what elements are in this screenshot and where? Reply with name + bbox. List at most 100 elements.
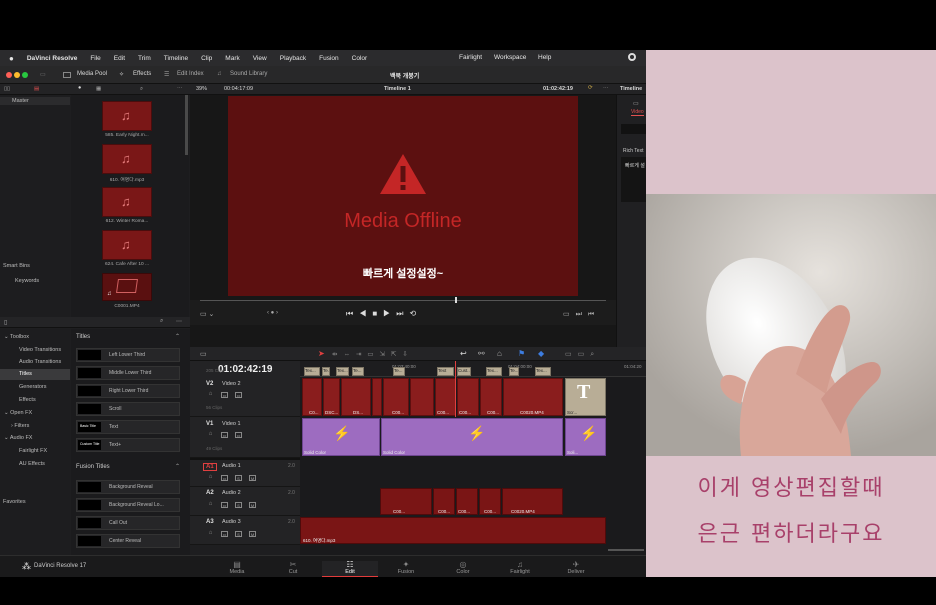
tree-open-fx[interactable]: ⌄ Open FX [4, 410, 32, 416]
edit-index-button[interactable]: Edit Index [177, 71, 204, 77]
track-visibility-icon[interactable]: ▭ [235, 432, 242, 438]
video-clip-thumbnail[interactable]: ♫ [102, 273, 152, 301]
edit-tools-icons[interactable]: ⇹⇔⇥▭⇲⇱⇩ [332, 350, 414, 358]
fusion-title-background-reveal[interactable]: Background Reveal [76, 480, 180, 494]
text-clip[interactable]: Tex... [336, 367, 349, 376]
sync-icon[interactable]: ⟳ [588, 85, 593, 91]
menu-fusion[interactable]: Fusion [319, 55, 339, 62]
track-lock-icon[interactable]: ⌂ [207, 474, 214, 481]
menu-trim[interactable]: Trim [138, 55, 151, 62]
more-options-icon[interactable]: ⋯ [177, 86, 183, 92]
tree-toolbox[interactable]: ⌄ Toolbox [4, 334, 29, 340]
timeline-scrollbar[interactable] [300, 548, 646, 552]
playhead-marker[interactable] [455, 297, 457, 303]
effects-icon[interactable]: ✧ [119, 71, 124, 78]
effects-search-icon[interactable]: ⌕ [160, 318, 163, 325]
mute-button[interactable]: M [249, 475, 256, 481]
title-scroll[interactable]: Scroll [76, 402, 180, 416]
playback-buttons[interactable]: ⏮◀■▶⏭⟲ [346, 309, 422, 319]
effects-button[interactable]: Effects [133, 71, 151, 77]
track-lock-icon[interactable]: ⌂ [207, 501, 214, 508]
tree-titles-selected[interactable] [0, 369, 70, 380]
timeline-view-icon[interactable]: ▭ [200, 350, 207, 358]
zoom-tools-icons[interactable]: ▭▭⌕ [565, 350, 600, 359]
fusion-title-center-reveal[interactable]: Center Reveal [76, 534, 180, 548]
track-lock-icon[interactable]: ⌂ [207, 431, 214, 438]
clip-thumbnail[interactable] [102, 187, 152, 217]
record-arm-icon[interactable]: ▭ [221, 502, 228, 508]
jog-icon[interactable]: ‹ ● › [267, 310, 278, 316]
selection-tool-icon[interactable]: ➤ [318, 349, 325, 358]
fusion-title-call-out[interactable]: Call Out [76, 516, 180, 530]
track-lock-icon[interactable]: ⌂ [207, 530, 214, 537]
text-clip[interactable]: Tex... [486, 367, 502, 376]
menu-edit[interactable]: Edit [114, 55, 125, 62]
smart-bin-keywords[interactable]: Keywords [15, 278, 39, 284]
video-clip[interactable]: C0... [302, 378, 322, 416]
track-lock-icon[interactable]: ⌂ [207, 391, 214, 398]
search-icon[interactable]: ⌕ [140, 86, 143, 93]
solo-button[interactable]: S [235, 531, 242, 537]
tree-fairlight-fx[interactable]: Fairlight FX [19, 448, 47, 454]
page-fusion[interactable]: ✦ Fusion [378, 561, 434, 576]
page-media[interactable]: ▤ Media [209, 561, 265, 576]
title-right-lower-third[interactable]: Right Lower Third [76, 384, 180, 398]
page-fairlight[interactable]: ♫ Fairlight [492, 561, 548, 576]
mute-button[interactable]: M [249, 531, 256, 537]
menu-app[interactable]: DaVinci Resolve [27, 55, 77, 62]
sidebar-toggle-icon[interactable]: ▯ [4, 319, 7, 326]
track-header-v1[interactable]: V1 Video 1 ⌂ ▭ ▭ 49 Clips [190, 417, 300, 458]
maximize-window-icon[interactable] [22, 72, 28, 78]
menu-view[interactable]: View [253, 55, 267, 62]
menu-clip[interactable]: Clip [201, 55, 212, 62]
zoom-level[interactable]: 39% [196, 86, 207, 92]
text-clip[interactable]: Te... [352, 367, 364, 376]
text-clip[interactable]: Te... [509, 367, 519, 376]
text-clip[interactable]: Tex... [304, 367, 320, 376]
minimize-window-icon[interactable] [14, 72, 20, 78]
menu-workspace[interactable]: Workspace [494, 54, 526, 61]
title-left-lower-third[interactable]: Left Lower Third [76, 348, 180, 362]
auto-track-icon[interactable]: ▭ [221, 392, 228, 398]
menu-mark[interactable]: Mark [225, 55, 239, 62]
title-text[interactable]: Basic Title Text [76, 420, 180, 434]
collapse-icon[interactable]: ⌃ [175, 463, 180, 470]
solo-button[interactable]: S [235, 502, 242, 508]
video-clip[interactable] [410, 378, 434, 416]
menu-help[interactable]: Help [538, 54, 551, 61]
video-clip[interactable]: C00... [457, 378, 479, 416]
media-pool-scrollbar[interactable] [185, 95, 188, 155]
close-window-icon[interactable] [6, 72, 12, 78]
audio-clip[interactable]: C00... [433, 488, 455, 515]
clip-thumbnail[interactable] [102, 144, 152, 174]
timeline-scroll-thumb[interactable] [608, 549, 644, 551]
list-view-icon[interactable]: ▤ [34, 86, 39, 92]
track-header-a3[interactable]: A3 Audio 3 2.0 ⌂ ▭ S M [190, 516, 300, 545]
video-clip[interactable]: C0020.MP4 [503, 378, 563, 416]
tree-effects[interactable]: Effects [19, 397, 36, 403]
title-text-plus[interactable]: Custom Title Text+ [76, 438, 180, 452]
sound-library-icon[interactable]: ♫ [217, 71, 222, 77]
video-clip[interactable]: C00... [480, 378, 502, 416]
tree-video-transitions[interactable]: Video Transitions [19, 347, 61, 353]
audio-clip[interactable]: C00... [479, 488, 501, 515]
menu-color[interactable]: Color [352, 55, 368, 62]
timeline-playhead[interactable] [455, 361, 456, 417]
track-header-v2[interactable]: V2 Video 2 ⌂ ▭ ▭ 56 Clips [190, 377, 300, 417]
effects-options-icon[interactable]: ⋯ [176, 318, 182, 325]
collapse-icon[interactable]: ⌃ [175, 333, 180, 340]
tab-video[interactable]: Video [631, 109, 644, 116]
timeline-name[interactable]: Timeline 1 [384, 86, 411, 92]
audio-clip[interactable]: C00... [380, 488, 432, 515]
marker-icon[interactable]: ◆ [538, 349, 544, 358]
track-header-a2[interactable]: A2 Audio 2 2.0 ⌂ ▭ S M [190, 487, 300, 516]
media-pool-button[interactable]: Media Pool [77, 71, 107, 77]
menu-timeline[interactable]: Timeline [164, 55, 188, 62]
tree-audio-fx[interactable]: ⌄ Audio FX [4, 435, 32, 441]
generator-clip[interactable]: ⚡ Soli... [565, 418, 606, 456]
control-center-icon[interactable] [628, 53, 636, 61]
sound-library-button[interactable]: Sound Library [230, 71, 267, 77]
tree-filters[interactable]: › Filters [11, 423, 29, 429]
music-clip[interactable]: 610. 여명다.mp3 [300, 517, 606, 544]
match-frame-icons[interactable]: ▭⏭⏮ [563, 310, 600, 319]
